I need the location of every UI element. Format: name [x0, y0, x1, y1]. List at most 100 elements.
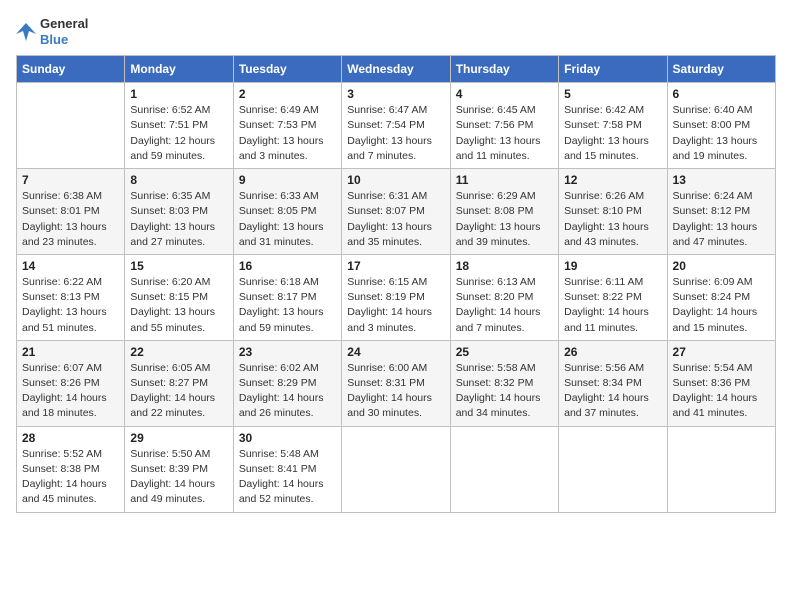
- day-info: Sunrise: 6:45 AMSunset: 7:56 PMDaylight:…: [456, 103, 553, 164]
- daylight-text: Daylight: 14 hours and 11 minutes.: [564, 306, 649, 333]
- page-header: GeneralBlue: [16, 16, 776, 47]
- logo-text-block: GeneralBlue: [40, 16, 88, 47]
- day-number: 20: [673, 259, 770, 273]
- daylight-text: Daylight: 13 hours and 31 minutes.: [239, 221, 324, 248]
- day-number: 10: [347, 173, 444, 187]
- sunrise-text: Sunrise: 5:48 AM: [239, 448, 319, 460]
- calendar-cell: 26Sunrise: 5:56 AMSunset: 8:34 PMDayligh…: [559, 340, 667, 426]
- daylight-text: Daylight: 14 hours and 41 minutes.: [673, 392, 758, 419]
- day-info: Sunrise: 6:22 AMSunset: 8:13 PMDaylight:…: [22, 275, 119, 336]
- sunrise-text: Sunrise: 5:54 AM: [673, 362, 753, 374]
- day-number: 6: [673, 87, 770, 101]
- sunset-text: Sunset: 7:56 PM: [456, 119, 534, 131]
- calendar-cell: 10Sunrise: 6:31 AMSunset: 8:07 PMDayligh…: [342, 169, 450, 255]
- calendar-cell: [17, 83, 125, 169]
- day-number: 11: [456, 173, 553, 187]
- day-number: 22: [130, 345, 227, 359]
- sunrise-text: Sunrise: 6:11 AM: [564, 276, 643, 288]
- week-row-1: 1 Sunrise: 6:52 AM Sunset: 7:51 PM Daylight…: [17, 83, 776, 169]
- day-info: Sunrise: 6:09 AMSunset: 8:24 PMDaylight:…: [673, 275, 770, 336]
- daylight-text: Daylight: 14 hours and 49 minutes.: [130, 478, 215, 505]
- day-info: Sunrise: 6:24 AMSunset: 8:12 PMDaylight:…: [673, 189, 770, 250]
- sunset-text: Sunset: 8:15 PM: [130, 291, 208, 303]
- day-info: Sunrise: 6:02 AMSunset: 8:29 PMDaylight:…: [239, 361, 336, 422]
- daylight-text: Daylight: 14 hours and 45 minutes.: [22, 478, 107, 505]
- calendar-cell: 13 Sunrise: 6:24 AMSunset: 8:12 PMDayligh…: [667, 169, 775, 255]
- sunrise-text: Sunrise: 6:31 AM: [347, 190, 427, 202]
- sunrise-text: Sunrise: 6:52 AM: [130, 104, 210, 116]
- logo: GeneralBlue: [16, 16, 88, 47]
- sunset-text: Sunset: 7:51 PM: [130, 119, 208, 131]
- daylight-text: Daylight: 13 hours and 55 minutes.: [130, 306, 215, 333]
- calendar-cell: 11Sunrise: 6:29 AMSunset: 8:08 PMDayligh…: [450, 169, 558, 255]
- week-row-2: 7Sunrise: 6:38 AMSunset: 8:01 PMDaylight…: [17, 169, 776, 255]
- day-info: Sunrise: 6:40 AMSunset: 8:00 PMDaylight:…: [673, 103, 770, 164]
- sunset-text: Sunset: 8:39 PM: [130, 463, 208, 475]
- day-info: Sunrise: 6:49 AMSunset: 7:53 PMDaylight:…: [239, 103, 336, 164]
- calendar-cell: [667, 426, 775, 512]
- calendar-cell: 4Sunrise: 6:45 AMSunset: 7:56 PMDaylight…: [450, 83, 558, 169]
- sunset-text: Sunset: 8:17 PM: [239, 291, 317, 303]
- sunset-text: Sunset: 8:12 PM: [673, 205, 751, 217]
- sunset-text: Sunset: 8:05 PM: [239, 205, 317, 217]
- calendar-cell: [342, 426, 450, 512]
- calendar-cell: 24 Sunrise: 6:00 AMSunset: 8:31 PMDayligh…: [342, 340, 450, 426]
- day-number: 16: [239, 259, 336, 273]
- day-info: Sunrise: 6:00 AMSunset: 8:31 PMDaylight:…: [347, 361, 444, 422]
- sunrise-text: Sunrise: 6:15 AM: [347, 276, 427, 288]
- calendar-cell: 21Sunrise: 6:07 AMSunset: 8:26 PMDayligh…: [17, 340, 125, 426]
- sunrise-text: Sunrise: 6:22 AM: [22, 276, 102, 288]
- day-info: Sunrise: 6:52 AM Sunset: 7:51 PM Daylight:…: [130, 103, 227, 164]
- day-number: 13: [673, 173, 770, 187]
- sunset-text: Sunset: 8:31 PM: [347, 377, 425, 389]
- sunset-text: Sunset: 7:58 PM: [564, 119, 642, 131]
- sunset-text: Sunset: 8:20 PM: [456, 291, 534, 303]
- daylight-text: Daylight: 13 hours and 11 minutes.: [456, 135, 541, 162]
- daylight-text: Daylight: 12 hours and 59 minutes.: [130, 135, 215, 162]
- sunset-text: Sunset: 8:19 PM: [347, 291, 425, 303]
- sunrise-text: Sunrise: 6:13 AM: [456, 276, 536, 288]
- daylight-text: Daylight: 14 hours and 7 minutes.: [456, 306, 541, 333]
- sunset-text: Sunset: 8:38 PM: [22, 463, 100, 475]
- weekday-header-row: SundayMondayTuesdayWednesdayThursdayFrid…: [17, 56, 776, 83]
- daylight-text: Daylight: 13 hours and 19 minutes.: [673, 135, 758, 162]
- daylight-text: Daylight: 13 hours and 15 minutes.: [564, 135, 649, 162]
- sunrise-text: Sunrise: 6:42 AM: [564, 104, 644, 116]
- day-number: 9: [239, 173, 336, 187]
- day-number: 19: [564, 259, 661, 273]
- day-info: Sunrise: 6:42 AM Sunset: 7:58 PM Daylight:…: [564, 103, 661, 164]
- calendar-cell: 15Sunrise: 6:20 AMSunset: 8:15 PMDayligh…: [125, 254, 233, 340]
- day-info: Sunrise: 6:07 AMSunset: 8:26 PMDaylight:…: [22, 361, 119, 422]
- day-number: 26: [564, 345, 661, 359]
- daylight-text: Daylight: 13 hours and 59 minutes.: [239, 306, 324, 333]
- week-row-5: 28Sunrise: 5:52 AMSunset: 8:38 PMDayligh…: [17, 426, 776, 512]
- sunset-text: Sunset: 8:34 PM: [564, 377, 642, 389]
- daylight-text: Daylight: 13 hours and 39 minutes.: [456, 221, 541, 248]
- daylight-text: Daylight: 13 hours and 43 minutes.: [564, 221, 649, 248]
- sunrise-text: Sunrise: 5:58 AM: [456, 362, 536, 374]
- daylight-text: Daylight: 14 hours and 22 minutes.: [130, 392, 215, 419]
- daylight-text: Daylight: 13 hours and 23 minutes.: [22, 221, 107, 248]
- day-number: 24: [347, 345, 444, 359]
- sunset-text: Sunset: 8:41 PM: [239, 463, 317, 475]
- day-number: 27: [673, 345, 770, 359]
- weekday-header-monday: Monday: [125, 56, 233, 83]
- day-number: 1: [130, 87, 227, 101]
- calendar-table: SundayMondayTuesdayWednesdayThursdayFrid…: [16, 55, 776, 512]
- calendar-cell: 20 Sunrise: 6:09 AMSunset: 8:24 PMDayligh…: [667, 254, 775, 340]
- day-number: 17: [347, 259, 444, 273]
- daylight-text: Daylight: 14 hours and 37 minutes.: [564, 392, 649, 419]
- sunset-text: Sunset: 8:13 PM: [22, 291, 100, 303]
- day-number: 5: [564, 87, 661, 101]
- day-info: Sunrise: 6:05 AMSunset: 8:27 PMDaylight:…: [130, 361, 227, 422]
- sunset-text: Sunset: 8:10 PM: [564, 205, 642, 217]
- day-number: 30: [239, 431, 336, 445]
- day-info: Sunrise: 5:52 AMSunset: 8:38 PMDaylight:…: [22, 447, 119, 508]
- sunrise-text: Sunrise: 6:02 AM: [239, 362, 319, 374]
- sunrise-text: Sunrise: 6:40 AM: [673, 104, 753, 116]
- weekday-header-friday: Friday: [559, 56, 667, 83]
- daylight-text: Daylight: 14 hours and 52 minutes.: [239, 478, 324, 505]
- sunrise-text: Sunrise: 6:47 AM: [347, 104, 427, 116]
- day-number: 25: [456, 345, 553, 359]
- sunrise-text: Sunrise: 5:50 AM: [130, 448, 210, 460]
